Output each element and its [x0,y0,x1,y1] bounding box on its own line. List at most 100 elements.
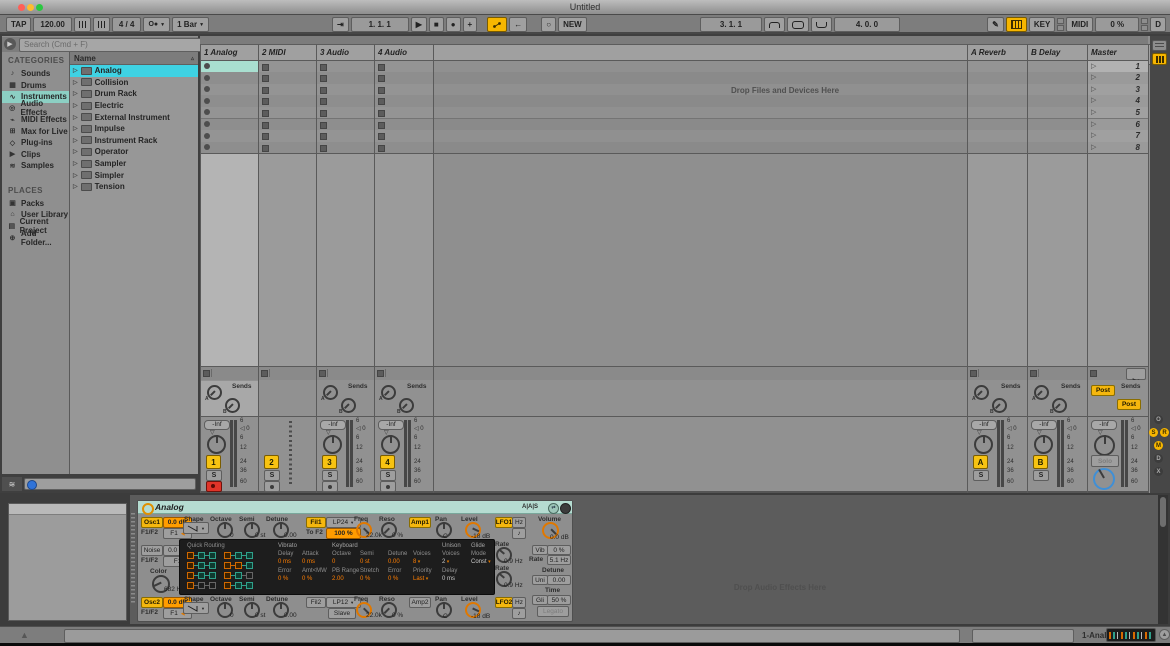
routing-option[interactable] [246,582,253,589]
param-value[interactable]: 0.0 dB [550,534,569,541]
vib-amount-field[interactable]: 0 % [547,545,571,555]
mixer-toggle-s[interactable]: S [1149,428,1158,437]
send-a-knob[interactable] [1034,385,1049,400]
clip-stop-button[interactable] [262,87,269,94]
clip-stop-button[interactable] [262,75,269,82]
clip-stop-button[interactable] [320,110,327,117]
routing-option[interactable] [187,572,194,579]
track-activator-B[interactable]: B [1033,455,1048,469]
clip-stop-button[interactable] [378,98,385,105]
clip-stop-button[interactable] [378,87,385,94]
send-b-knob[interactable] [1052,398,1067,413]
legato-button[interactable]: Legato [537,606,569,617]
clip-record-button[interactable] [204,121,210,127]
clip-record-button[interactable] [204,133,210,139]
clip-stop-button[interactable] [262,110,269,117]
lfo1-button[interactable]: LFO1 [495,517,513,528]
send-a-knob[interactable] [323,385,338,400]
track-stop-all-button[interactable] [261,370,268,377]
arrangement-view-button[interactable] [1152,40,1167,51]
param-value[interactable]: 0 [230,612,234,619]
solo-button[interactable]: S [264,470,280,481]
clip-stop-button[interactable] [320,87,327,94]
scene-play-icon[interactable]: ▷ [1091,62,1096,70]
routing-option[interactable] [198,562,205,569]
master-pan-knob[interactable] [1094,435,1115,456]
clip-stop-button[interactable] [378,145,385,152]
scene-play-icon[interactable]: ▷ [1091,96,1096,104]
session-view-button[interactable] [1152,53,1167,65]
routing-option[interactable] [187,562,194,569]
save-preset-icon[interactable] [560,503,571,514]
arm-button[interactable] [264,481,280,492]
solo-button[interactable]: S [380,470,396,481]
hot-swap-icon[interactable]: ⇄ [548,503,559,514]
device-chain-thumbnail[interactable] [1106,628,1156,642]
routing-option[interactable] [235,552,242,559]
clip-stop-button[interactable] [378,64,385,71]
mixer-toggle-d[interactable]: D [1154,454,1163,463]
lfo2-sync-toggle[interactable]: ♪ [512,608,526,619]
arm-button[interactable] [206,481,222,492]
lfo2-mode-toggle[interactable]: Hz [512,597,526,608]
scene-play-icon[interactable]: ▷ [1091,120,1096,128]
display-value[interactable]: 2.00 [332,576,344,582]
param-value[interactable]: -18 dB [471,613,490,620]
glide-time-field[interactable]: 50 % [547,595,571,605]
pan-knob[interactable] [323,435,342,454]
scene-play-icon[interactable]: ▷ [1091,85,1096,93]
peak-level-display[interactable]: -Inf [320,420,346,430]
device-activator-icon[interactable] [142,503,154,515]
routing-option[interactable] [187,552,194,559]
clip-stop-button[interactable] [262,64,269,71]
arm-button[interactable] [380,481,396,492]
amp2-button[interactable]: Amp2 [409,597,431,608]
routing-option[interactable] [224,582,231,589]
param-value[interactable]: 0.9 Hz [504,558,523,565]
routing-option[interactable] [224,572,231,579]
pre-post-toggle-a[interactable]: Post [1091,385,1115,396]
routing-option[interactable] [187,582,194,589]
track-activator-A[interactable]: A [973,455,988,469]
display-value[interactable]: 0 % [278,576,288,582]
track-activator-1[interactable]: 1 [206,455,221,469]
display-value[interactable]: 0 % [360,576,370,582]
routing-option[interactable] [198,582,205,589]
master-solo-button[interactable]: Solo [1091,455,1119,467]
scrollbar-handle[interactable] [1160,497,1166,527]
display-value[interactable]: 0 [332,559,335,565]
pre-post-toggle-b[interactable]: Post [1117,399,1141,410]
mixer-toggle-r[interactable]: R [1160,428,1169,437]
clip-record-button[interactable] [204,75,210,81]
solo-button[interactable]: S [1033,470,1049,481]
pan-knob[interactable] [1034,435,1053,454]
show-views-toggle-icon[interactable]: ▲ [20,630,29,640]
fil1-button[interactable]: Fil1 [306,517,326,528]
pan-knob[interactable] [207,435,226,454]
device-title-bar[interactable] [138,501,572,514]
cue-volume-knob[interactable] [1093,468,1115,490]
clip-record-button[interactable] [204,63,210,69]
routing-option[interactable] [198,552,205,559]
param-value[interactable]: 0 st [255,612,265,619]
param-value[interactable]: 0 st [255,532,265,539]
routing-option[interactable] [209,562,216,569]
lfo1-sync-toggle[interactable]: ♪ [512,528,526,539]
display-value[interactable]: 0.00 [388,559,400,565]
routing-option[interactable] [235,572,242,579]
send-b-knob[interactable] [341,398,356,413]
uni-toggle[interactable]: Uni [532,575,548,585]
gli-toggle[interactable]: Gli [532,595,548,605]
amp1-button[interactable]: Amp1 [409,517,431,528]
clip-stop-button[interactable] [378,75,385,82]
display-value[interactable]: 0 % [388,576,398,582]
lfo2-button[interactable]: LFO2 [495,597,513,608]
pan-knob[interactable] [974,435,993,454]
noise-button[interactable]: Noise [141,545,163,556]
routing-option[interactable] [209,552,216,559]
param-value[interactable]: 0 [230,532,234,539]
send-b-knob[interactable] [992,398,1007,413]
routing-option[interactable] [246,552,253,559]
device-view-toggle[interactable]: ▲ [1159,629,1170,640]
display-value[interactable]: 0 st [360,559,370,565]
